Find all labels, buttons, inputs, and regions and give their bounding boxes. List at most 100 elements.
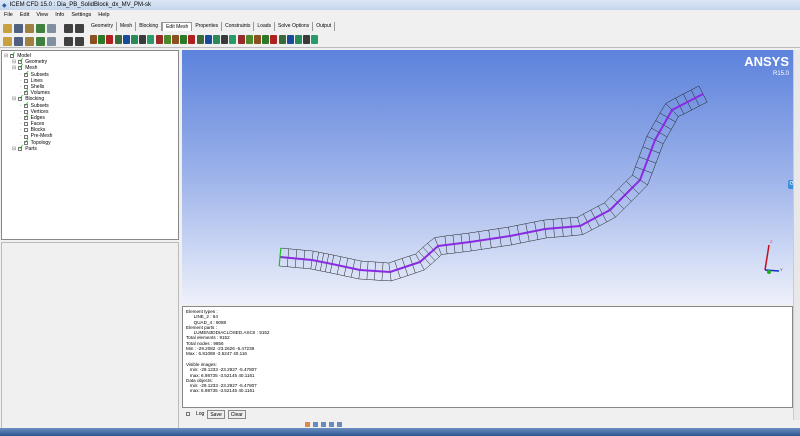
edit-mesh-tool-icon[interactable] bbox=[295, 35, 302, 44]
expand-icon[interactable]: ⊟ bbox=[12, 65, 16, 71]
centerline bbox=[654, 132, 661, 141]
mesh-edge bbox=[516, 223, 526, 226]
edit-mesh-tool-icon[interactable] bbox=[245, 35, 253, 44]
edit-mesh-tool-icon[interactable] bbox=[98, 35, 106, 44]
mesh-edge bbox=[481, 247, 492, 250]
edit-mesh-tool-icon[interactable] bbox=[180, 35, 188, 44]
visibility-checkbox[interactable] bbox=[18, 64, 24, 71]
edit-mesh-tool-icon[interactable] bbox=[254, 35, 261, 44]
visibility-checkbox[interactable] bbox=[18, 145, 24, 151]
edit-mesh-tool-icon[interactable] bbox=[106, 35, 114, 44]
toolbar-icon[interactable] bbox=[14, 37, 23, 46]
edit-mesh-tool-icon[interactable] bbox=[147, 35, 155, 44]
edit-mesh-tool-icon[interactable] bbox=[229, 35, 237, 44]
mesh-edge bbox=[337, 274, 345, 277]
toolbar-icon[interactable] bbox=[75, 24, 84, 33]
menu-file[interactable]: File bbox=[4, 12, 13, 18]
edit-mesh-tool-icon[interactable] bbox=[131, 35, 138, 44]
toolbar-icon[interactable] bbox=[47, 24, 56, 33]
visibility-checkbox[interactable] bbox=[10, 52, 16, 58]
toolbar-icon[interactable] bbox=[25, 37, 34, 46]
save-button[interactable]: Save bbox=[207, 409, 225, 419]
edit-mesh-tool-icon[interactable] bbox=[172, 35, 179, 44]
toolbar-icon[interactable] bbox=[75, 37, 84, 46]
visibility-checkbox[interactable] bbox=[23, 128, 28, 133]
tab-edit-mesh[interactable]: Edit Mesh bbox=[162, 22, 193, 31]
mesh-edge bbox=[391, 277, 401, 282]
edit-mesh-tool-icon[interactable] bbox=[270, 35, 278, 44]
graphics-viewport[interactable]: ANSYS R15.0 ⟳ Z Y bbox=[182, 50, 796, 304]
expand-icon[interactable]: ⊟ bbox=[4, 53, 8, 59]
tree-node-parts[interactable]: ⊟ Parts bbox=[4, 145, 176, 152]
toolbar-icon[interactable] bbox=[36, 24, 45, 33]
toolbar-icon[interactable] bbox=[14, 24, 23, 33]
mesh-edge bbox=[525, 221, 535, 224]
mesh-edge bbox=[351, 277, 359, 280]
edit-mesh-tool-icon[interactable] bbox=[262, 35, 270, 44]
expand-icon[interactable]: ⊟ bbox=[12, 96, 16, 102]
edit-mesh-tool-icon[interactable] bbox=[90, 35, 97, 44]
expand-icon[interactable]: ⊟ bbox=[12, 146, 16, 152]
clear-button[interactable]: Clear bbox=[227, 409, 246, 419]
tab-constraints[interactable]: Constraints bbox=[222, 22, 255, 31]
tab-geometry[interactable]: Geometry bbox=[88, 22, 117, 31]
mesh-edge bbox=[563, 235, 573, 237]
menu-settings[interactable]: Settings bbox=[71, 12, 91, 18]
toolbar-icon[interactable] bbox=[36, 37, 45, 46]
toolbar-icon[interactable] bbox=[3, 37, 12, 46]
mesh-edge bbox=[325, 271, 331, 274]
tab-solve-options[interactable]: Solve Options bbox=[275, 22, 314, 31]
tab-loads[interactable]: Loads bbox=[254, 22, 276, 31]
tray-icon[interactable] bbox=[321, 422, 326, 427]
tab-blocking[interactable]: Blocking bbox=[136, 22, 163, 31]
visibility-checkbox[interactable] bbox=[23, 78, 28, 83]
visibility-checkbox[interactable] bbox=[23, 114, 29, 120]
toolbar-icon[interactable] bbox=[64, 24, 73, 33]
mesh-edge bbox=[561, 217, 571, 219]
tab-properties[interactable]: Properties bbox=[192, 22, 223, 31]
toolbar-icon[interactable] bbox=[64, 37, 73, 46]
toolbar-icon[interactable] bbox=[25, 24, 34, 33]
menu-edit[interactable]: Edit bbox=[20, 12, 29, 18]
visibility-checkbox[interactable] bbox=[23, 89, 29, 95]
menu-bar: File Edit View Info Settings Help bbox=[0, 10, 800, 20]
edit-mesh-tool-icon[interactable] bbox=[139, 35, 147, 44]
edit-mesh-tool-icon[interactable] bbox=[237, 35, 245, 44]
scrollbar[interactable] bbox=[793, 50, 800, 420]
visibility-checkbox[interactable] bbox=[23, 71, 29, 77]
visibility-checkbox[interactable] bbox=[23, 139, 29, 145]
tray-icon[interactable] bbox=[329, 422, 334, 427]
tray-icon[interactable] bbox=[337, 422, 342, 427]
edit-mesh-tool-icon[interactable] bbox=[155, 35, 163, 44]
tray-icon[interactable] bbox=[313, 422, 318, 427]
mesh-edge bbox=[665, 97, 676, 104]
edit-mesh-tool-icon[interactable] bbox=[213, 35, 220, 44]
edit-mesh-tool-icon[interactable] bbox=[221, 35, 229, 44]
visibility-checkbox[interactable] bbox=[18, 95, 24, 102]
edit-mesh-tool-icon[interactable] bbox=[278, 35, 286, 44]
edit-mesh-tool-icon[interactable] bbox=[114, 35, 122, 44]
edit-mesh-tool-icon[interactable] bbox=[303, 35, 311, 44]
inlet-edge bbox=[278, 247, 282, 267]
menu-info[interactable]: Info bbox=[55, 12, 64, 18]
mesh-edge bbox=[583, 209, 591, 215]
tab-output[interactable]: Output bbox=[313, 22, 336, 31]
edit-mesh-tool-icon[interactable] bbox=[196, 35, 204, 44]
visibility-checkbox[interactable] bbox=[23, 102, 29, 108]
edit-mesh-tool-icon[interactable] bbox=[286, 35, 294, 44]
toolbar-icon[interactable] bbox=[47, 37, 56, 46]
edit-mesh-tool-icon[interactable] bbox=[204, 35, 212, 44]
edit-mesh-tool-icon[interactable] bbox=[188, 35, 196, 44]
centerline bbox=[679, 101, 688, 107]
edit-mesh-tool-icon[interactable] bbox=[163, 35, 171, 44]
log-checkbox[interactable] bbox=[186, 412, 190, 416]
menu-help[interactable]: Help bbox=[98, 12, 109, 18]
tab-mesh[interactable]: Mesh bbox=[117, 22, 137, 31]
toolbar-icon[interactable] bbox=[3, 24, 12, 33]
mesh-edge bbox=[543, 219, 554, 221]
edit-mesh-tool-icon[interactable] bbox=[122, 35, 130, 44]
tray-icon[interactable] bbox=[305, 422, 310, 427]
edit-mesh-tool-icon[interactable] bbox=[311, 35, 319, 44]
menu-view[interactable]: View bbox=[36, 12, 48, 18]
visibility-checkbox[interactable] bbox=[23, 122, 28, 127]
